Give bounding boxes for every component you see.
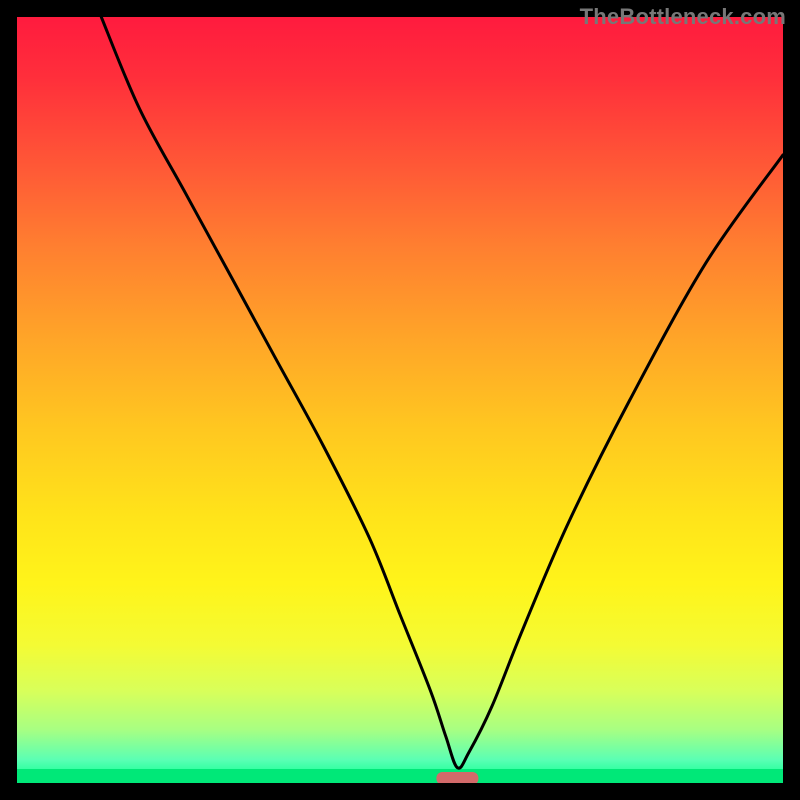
bottleneck-curve (101, 17, 783, 768)
plot-area (17, 17, 783, 783)
chart-frame: TheBottleneck.com (0, 0, 800, 800)
optimum-marker (436, 772, 478, 783)
chart-svg (17, 17, 783, 783)
plot-inner (17, 17, 783, 783)
watermark-text: TheBottleneck.com (580, 4, 786, 30)
